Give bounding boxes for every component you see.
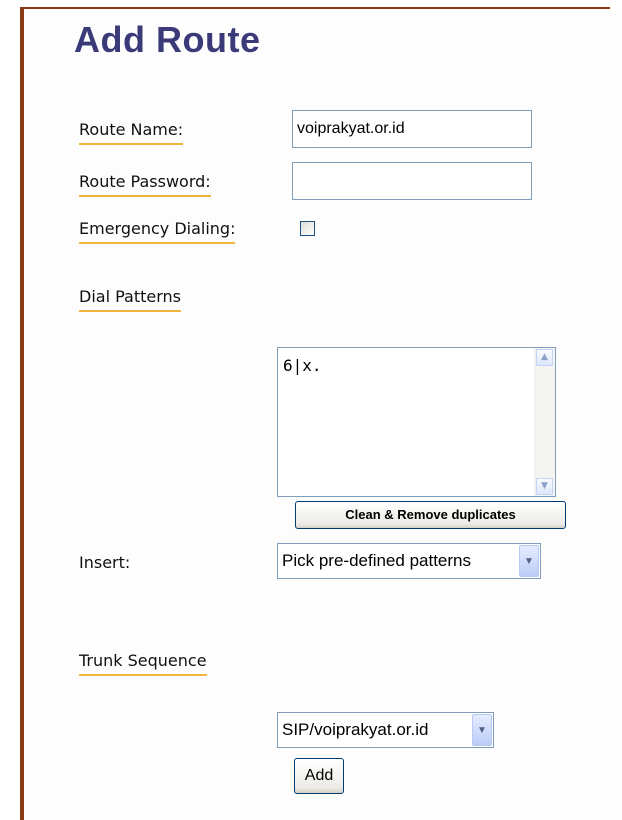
dial-patterns-heading: Dial Patterns	[79, 287, 181, 312]
insert-pattern-select-value: Pick pre-defined patterns	[282, 551, 471, 570]
emergency-dialing-label: Emergency Dialing:	[79, 219, 236, 244]
add-route-panel: Add Route Route Name: voiprakyat.or.id R…	[24, 9, 622, 820]
textarea-scrollbar[interactable]: ▲ ▼	[534, 348, 555, 496]
trunk-sequence-heading: Trunk Sequence	[79, 651, 207, 676]
route-name-input[interactable]: voiprakyat.or.id	[292, 110, 532, 148]
page-title: Add Route	[74, 19, 261, 60]
route-password-label: Route Password:	[79, 172, 211, 197]
route-password-input[interactable]	[292, 162, 532, 200]
trunk-select-value: SIP/voiprakyat.or.id	[282, 720, 429, 739]
scroll-up-arrow-icon[interactable]: ▲	[536, 349, 553, 366]
emergency-dialing-checkbox[interactable]	[300, 221, 315, 236]
route-name-label: Route Name:	[79, 120, 184, 145]
trunk-select[interactable]: SIP/voiprakyat.or.id ▼	[277, 712, 494, 748]
scroll-down-arrow-icon[interactable]: ▼	[536, 478, 553, 495]
insert-pattern-select[interactable]: Pick pre-defined patterns ▼	[277, 543, 541, 579]
clean-remove-duplicates-button[interactable]: Clean & Remove duplicates	[295, 501, 566, 529]
chevron-down-icon[interactable]: ▼	[472, 714, 492, 746]
chevron-down-icon[interactable]: ▼	[519, 545, 539, 577]
dial-patterns-text: 6|x.	[283, 356, 322, 375]
dial-patterns-textarea[interactable]: 6|x. ▲ ▼	[277, 347, 556, 497]
add-trunk-button[interactable]: Add	[294, 758, 344, 794]
insert-label: Insert:	[79, 553, 131, 572]
